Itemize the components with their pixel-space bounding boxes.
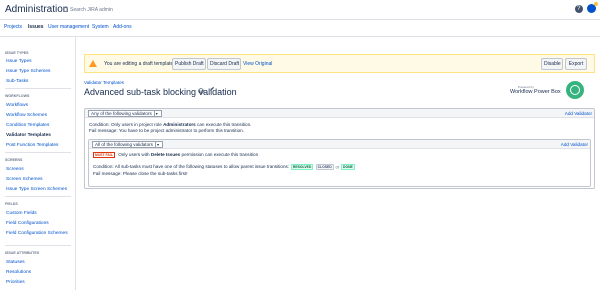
sidebar-item-issue-type-schemes[interactable]: Issue Type Schemes [6, 69, 50, 74]
chevron-down-icon: ▾ [153, 111, 158, 116]
logo-icon [566, 81, 584, 99]
condition-role: Administrators [163, 122, 196, 127]
status-lozenge: CLOSED [315, 164, 334, 170]
logo-text: Workflow Power Box [510, 89, 561, 95]
search-icon [63, 7, 68, 13]
sidebar-item-statuses[interactable]: Statuses [6, 260, 25, 265]
sidebar-item-screens[interactable]: Screens [6, 167, 24, 172]
tab-system[interactable]: System [92, 24, 109, 30]
status-lozenge: RESOLVED [290, 164, 314, 170]
publish-draft-button[interactable]: Publish Draft [172, 58, 206, 70]
status-lozenge: DONE [341, 164, 355, 170]
sidebar-item-condition-templates[interactable]: Condition Templates [6, 123, 49, 128]
validator-group-all: All of the following validators ▾ Add Val… [88, 139, 591, 187]
export-button[interactable]: Export [565, 58, 587, 70]
notification-badge [594, 2, 598, 6]
edit-icon[interactable] [209, 86, 215, 92]
sidebar-section-title: ISSUE TYPES [5, 51, 29, 55]
sidebar-divider [5, 245, 71, 246]
status-condition: Condition: All sub-tasks must have one o… [93, 164, 355, 170]
draft-message: You are editing a draft template. [104, 61, 175, 67]
draft-notice: You are editing a draft template. Publis… [84, 54, 595, 73]
sidebar-item-workflows[interactable]: Workflows [6, 103, 28, 108]
condition-text: Condition: Only users in project role Ad… [89, 122, 252, 127]
sidebar-divider [5, 196, 71, 197]
disable-button[interactable]: Disable [541, 58, 563, 70]
validator-group-any: Any of the following validators ▾ Add Val… [84, 108, 595, 189]
sidebar-section-title: FIELDS [5, 202, 18, 206]
sidebar-section-title: WORKFLOWS [5, 94, 30, 98]
sidebar-item-custom-fields[interactable]: Custom Fields [6, 211, 37, 216]
workflow-power-box-logo: Powered by Workflow Power Box [510, 79, 594, 105]
sidebar-item-issue-types[interactable]: Issue Types [6, 59, 32, 64]
tab-user-management[interactable]: User management [48, 24, 89, 30]
sidebar-item-workflow-schemes[interactable]: Workflow Schemes [6, 113, 47, 118]
or-separator: or [335, 164, 340, 170]
chevron-down-icon: ▾ [154, 142, 159, 147]
sidebar-item-validator-templates[interactable]: Validator Templates [6, 133, 51, 138]
group-header: All of the following validators ▾ Add Val… [89, 140, 590, 149]
group-header: Any of the following validators ▾ Add Val… [85, 109, 594, 118]
select-value: All of the following validators [95, 142, 153, 147]
tab-add-ons[interactable]: Add-ons [113, 24, 132, 30]
sidebar-section-title: SCREENS [5, 158, 23, 162]
tab-projects[interactable]: Projects [4, 24, 22, 30]
permission-rule: MUST FAIL Only users with Delete Issues … [93, 152, 259, 158]
sidebar-item-sub-tasks[interactable]: Sub-Tasks [6, 79, 28, 84]
sidebar-item-priorities[interactable]: Priorities [6, 280, 25, 285]
sidebar-item-post-function-templates[interactable]: Post Function Templates [6, 143, 58, 148]
search-placeholder: Search JIRA admin [70, 7, 113, 13]
tab-issues[interactable]: Issues [28, 24, 44, 30]
breadcrumb[interactable]: Validator Templates [84, 80, 124, 85]
view-original-link[interactable]: View Original [243, 61, 272, 67]
must-fail-badge: MUST FAIL [93, 152, 115, 158]
info-icon[interactable] [198, 88, 204, 94]
discard-draft-button[interactable]: Discard Draft [207, 58, 241, 70]
top-bar: Administration Search JIRA admin ? [0, 0, 600, 20]
sidebar-item-issue-type-screen-schemes[interactable]: Issue Type Screen Schemes [6, 187, 67, 192]
sidebar-section-title: ISSUE ATTRIBUTES [5, 251, 40, 255]
add-validator-link[interactable]: Add Validator [565, 111, 592, 116]
sidebar-item-screen-schemes[interactable]: Screen Schemes [6, 177, 43, 182]
app-title: Administration [5, 4, 69, 15]
nav-divider [0, 36, 600, 37]
sidebar-item-resolutions[interactable]: Resolutions [6, 270, 31, 275]
fail-message: Fail message: Please close the sub-tasks… [93, 171, 188, 176]
sidebar-item-field-configurations[interactable]: Field Configurations [6, 221, 49, 226]
help-icon[interactable]: ? [574, 4, 583, 13]
add-validator-link[interactable]: Add Validator [561, 142, 588, 147]
group-operator-select[interactable]: All of the following validators ▾ [92, 141, 163, 148]
group-operator-select[interactable]: Any of the following validators ▾ [88, 110, 162, 117]
rule-permission: Delete Issues [150, 152, 181, 158]
select-value: Any of the following validators [91, 111, 152, 116]
avatar[interactable] [587, 2, 598, 13]
fail-message: Fail message: You have to be project adm… [89, 128, 244, 133]
search-input[interactable]: Search JIRA admin [63, 7, 133, 15]
sidebar: ISSUE TYPES Issue Types Issue Type Schem… [0, 37, 76, 290]
warning-icon [89, 60, 97, 67]
sidebar-divider [5, 88, 71, 89]
sidebar-divider [5, 152, 71, 153]
sidebar-item-field-configuration-schemes[interactable]: Field Configuration Schemes [6, 231, 68, 236]
